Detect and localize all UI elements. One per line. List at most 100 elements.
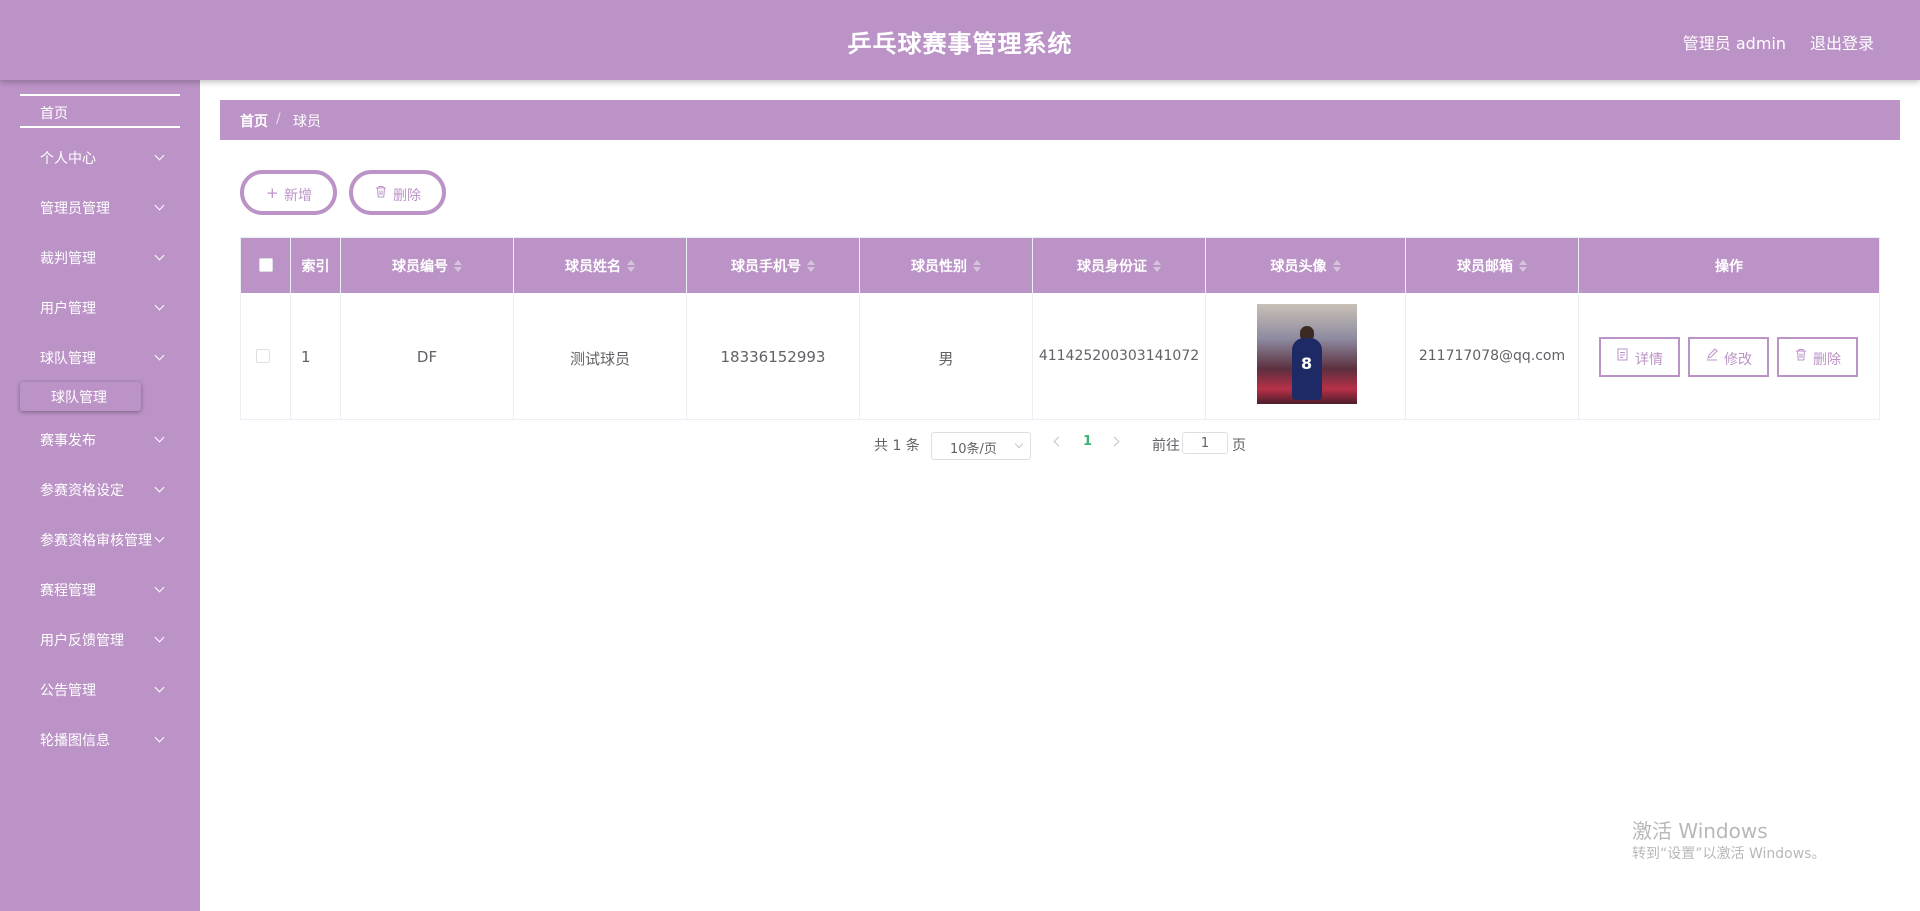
page-number-current[interactable]: 1 <box>1083 434 1092 449</box>
table-row: 1 DF 测试球员 18336152993 男 4114252003031410… <box>241 293 1879 419</box>
goto-page-input[interactable] <box>1182 432 1228 454</box>
column-header-name[interactable]: 球员姓名 <box>514 238 687 293</box>
add-button-label: 新增 <box>284 188 312 204</box>
column-header-avatar[interactable]: 球员头像 <box>1206 238 1406 293</box>
delete-button-label: 删除 <box>1813 352 1841 368</box>
page-size-value: 10条/页 <box>950 442 997 457</box>
select-all-checkbox[interactable] <box>259 258 273 272</box>
cell-value: 211717078@qq.com <box>1418 348 1566 364</box>
sidebar-item-label: 个人中心 <box>40 151 96 167</box>
sidebar-item-referee-management[interactable]: 裁判管理 <box>0 232 200 282</box>
chevron-down-icon <box>154 632 165 643</box>
sidebar-item-notice-management[interactable]: 公告管理 <box>0 664 200 714</box>
sort-icon[interactable] <box>627 260 635 272</box>
column-header-label: 球员编号 <box>392 259 448 275</box>
sidebar-item-admin-management[interactable]: 管理员管理 <box>0 182 200 232</box>
sidebar-item-label: 管理员管理 <box>40 201 110 217</box>
sidebar-item-schedule-management[interactable]: 赛程管理 <box>0 564 200 614</box>
sort-icon[interactable] <box>454 260 462 272</box>
sort-icon[interactable] <box>1519 260 1527 272</box>
sidebar-item-eligibility-setting[interactable]: 参赛资格设定 <box>0 464 200 514</box>
sidebar-item-label: 轮播图信息 <box>40 733 110 749</box>
batch-delete-button[interactable]: 删除 <box>349 170 446 215</box>
edit-icon <box>1706 348 1718 365</box>
sidebar-item-label: 公告管理 <box>40 683 96 699</box>
edit-button[interactable]: 修改 <box>1688 337 1769 377</box>
sidebar-item-event-publish[interactable]: 赛事发布 <box>0 414 200 464</box>
sort-icon[interactable] <box>973 260 981 272</box>
goto-page-label: 前往 <box>1152 438 1180 454</box>
trash-icon <box>1795 348 1807 365</box>
sidebar-item-label: 参赛资格设定 <box>40 483 124 499</box>
cell-value: DF <box>416 348 438 366</box>
prev-page-button[interactable] <box>1053 436 1064 447</box>
breadcrumb-home-link[interactable]: 首页 <box>240 111 268 131</box>
table-header: 索引 球员编号 球员姓名 球员手机号 球员性别 球员身份证 球员头像 球员邮箱 … <box>241 238 1879 293</box>
cell-player-no: DF <box>341 293 514 419</box>
column-header-label: 球员头像 <box>1270 259 1327 275</box>
chevron-down-icon <box>154 482 165 493</box>
sidebar-item-eligibility-review[interactable]: 参赛资格审核管理 <box>0 514 200 564</box>
column-header-label: 操作 <box>1715 259 1743 275</box>
column-header-gender[interactable]: 球员性别 <box>860 238 1033 293</box>
column-header-player-no[interactable]: 球员编号 <box>341 238 514 293</box>
sidebar-item-team-management[interactable]: 球队管理 <box>0 332 200 382</box>
pagination-total: 共 1 条 <box>874 438 920 454</box>
chevron-down-icon <box>154 732 165 743</box>
breadcrumb-separator: / <box>276 111 281 127</box>
cell-value: 18336152993 <box>720 348 826 366</box>
sidebar: 首页 个人中心 管理员管理 裁判管理 用户管理 球队管理 球队管理 赛事发布 参… <box>0 80 200 911</box>
column-header-actions: 操作 <box>1579 238 1879 293</box>
column-header-id-card[interactable]: 球员身份证 <box>1033 238 1206 293</box>
sidebar-item-label: 用户反馈管理 <box>40 633 124 649</box>
chevron-down-icon <box>154 432 165 443</box>
sort-icon[interactable] <box>1332 260 1341 272</box>
cell-value: 1 <box>301 348 311 366</box>
column-header-phone[interactable]: 球员手机号 <box>687 238 860 293</box>
chevron-down-icon <box>154 582 165 593</box>
chevron-down-icon <box>154 150 165 161</box>
cell-email: 211717078@qq.com <box>1406 293 1579 419</box>
column-header-email[interactable]: 球员邮箱 <box>1406 238 1579 293</box>
breadcrumb-current: 球员 <box>293 114 321 130</box>
windows-activation-hint: 转到“设置”以激活 Windows。 <box>1632 846 1826 862</box>
add-button[interactable]: + 新增 <box>240 170 337 215</box>
column-header-label: 球员性别 <box>911 259 967 275</box>
player-avatar-image[interactable]: 8 <box>1257 304 1357 404</box>
windows-activation-title: 激活 Windows <box>1632 819 1768 843</box>
sidebar-item-feedback-management[interactable]: 用户反馈管理 <box>0 614 200 664</box>
cell-id-card: 411425200303141072 <box>1033 293 1206 419</box>
next-page-button[interactable] <box>1109 436 1120 447</box>
delete-button[interactable]: 删除 <box>1777 337 1858 377</box>
top-bar: 乒乓球赛事管理系统 管理员 admin 退出登录 <box>0 0 1920 80</box>
sidebar-item-personal-center[interactable]: 个人中心 <box>0 132 200 182</box>
chevron-down-icon <box>154 350 165 361</box>
app-title: 乒乓球赛事管理系统 <box>847 30 1073 58</box>
logout-button[interactable]: 退出登录 <box>1810 30 1874 54</box>
sidebar-item-home[interactable]: 首页 <box>20 94 180 128</box>
sidebar-subitem-label: 球队管理 <box>51 390 107 406</box>
row-checkbox[interactable] <box>256 349 270 363</box>
sort-icon[interactable] <box>1153 260 1161 272</box>
sidebar-subitem-team-management[interactable]: 球队管理 <box>20 382 141 411</box>
batch-delete-button-label: 删除 <box>393 188 421 204</box>
chevron-down-icon <box>154 682 165 693</box>
page-size-select[interactable]: 10条/页 <box>931 432 1031 460</box>
avatar-jersey-number: 8 <box>1301 354 1313 373</box>
sidebar-item-label: 用户管理 <box>40 301 96 317</box>
cell-gender: 男 <box>860 293 1033 419</box>
sidebar-item-carousel-info[interactable]: 轮播图信息 <box>0 714 200 764</box>
sidebar-item-label: 裁判管理 <box>40 251 96 267</box>
chevron-down-icon <box>154 250 165 261</box>
sidebar-item-label: 赛程管理 <box>40 583 96 599</box>
sidebar-item-user-management[interactable]: 用户管理 <box>0 282 200 332</box>
trash-icon <box>375 184 387 202</box>
detail-button[interactable]: 详情 <box>1599 337 1680 377</box>
sidebar-item-label: 首页 <box>40 106 68 122</box>
plus-icon: + <box>266 184 279 202</box>
cell-actions: 详情 修改 删除 <box>1579 293 1879 419</box>
column-header-label: 球员手机号 <box>731 259 801 275</box>
detail-button-label: 详情 <box>1635 352 1663 368</box>
sidebar-item-label: 球队管理 <box>40 351 96 367</box>
sort-icon[interactable] <box>807 260 815 272</box>
